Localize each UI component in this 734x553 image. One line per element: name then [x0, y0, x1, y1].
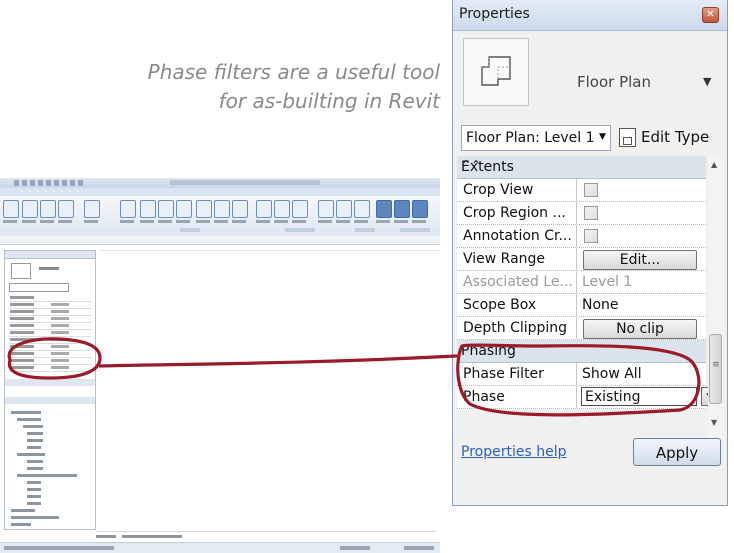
model-text-tool-icon[interactable]: [318, 200, 334, 218]
instance-filter-dropdown[interactable]: Floor Plan: Level 1 ▼: [461, 125, 611, 151]
type-name: Floor Plan: [577, 73, 651, 91]
type-selector[interactable]: Floor Plan ▼: [453, 31, 727, 115]
floor-tool-icon[interactable]: [176, 200, 192, 218]
scope-box-value[interactable]: None: [579, 294, 704, 316]
double-chevron-up-icon[interactable]: ⌃⌃: [461, 158, 688, 172]
property-name: Crop Region ...: [457, 202, 577, 224]
property-name: Depth Clipping: [457, 317, 577, 339]
revit-title-bar: [0, 178, 440, 188]
close-icon[interactable]: ✕: [702, 7, 719, 23]
property-name: Crop View: [457, 179, 577, 201]
model-group-tool-icon[interactable]: [354, 200, 370, 218]
property-row-associated-level: Associated Le... Level 1: [457, 271, 706, 294]
edit-type-label: Edit Type: [641, 128, 710, 146]
revit-options-bar: [0, 236, 440, 245]
double-chevron-up-icon[interactable]: ⌃⌃: [461, 342, 688, 356]
property-row-crop-view: Crop View: [457, 179, 706, 202]
property-name: Associated Le...: [457, 271, 577, 293]
revit-ribbon-tabs[interactable]: [0, 188, 440, 203]
type-selector-small[interactable]: [9, 283, 69, 292]
property-name: Phase Filter: [457, 363, 577, 385]
phase-dropdown[interactable]: Existing: [581, 387, 697, 406]
scrollbar-thumb[interactable]: [709, 334, 722, 404]
annotation-crop-checkbox[interactable]: [584, 229, 598, 243]
room-tool-icon[interactable]: [376, 200, 392, 218]
property-row-scope-box: Scope Box None: [457, 294, 706, 317]
property-name: View Range: [457, 248, 577, 270]
associated-level-value: Level 1: [582, 274, 633, 290]
dropdown-arrow-icon: ▼: [599, 132, 606, 142]
roof-tool-icon[interactable]: [140, 200, 156, 218]
caption-line-1: Phase filters are a useful tool: [147, 60, 440, 84]
ceiling-tool-icon[interactable]: [158, 200, 174, 218]
door-tool-icon[interactable]: [40, 200, 56, 218]
properties-title-bar: Properties ✕: [453, 0, 727, 31]
column-tool-icon[interactable]: [120, 200, 136, 218]
revit-window: [0, 178, 440, 553]
mullion-tool-icon[interactable]: [232, 200, 248, 218]
property-row-annotation-crop: Annotation Cr...: [457, 225, 706, 248]
scroll-up-icon[interactable]: ▲: [711, 160, 717, 169]
revit-view-control-bar[interactable]: [96, 531, 436, 541]
tag-room-tool-icon[interactable]: [412, 200, 428, 218]
curtain-system-tool-icon[interactable]: [196, 200, 212, 218]
room-separator-tool-icon[interactable]: [394, 200, 410, 218]
apply-button[interactable]: Apply: [633, 438, 721, 466]
property-row-depth-clipping: Depth Clipping No clip: [457, 317, 706, 340]
phase-filter-value[interactable]: Show All: [579, 363, 704, 385]
crop-view-checkbox[interactable]: [584, 183, 598, 197]
stair-tool-icon[interactable]: [292, 200, 308, 218]
instance-filter-value: Floor Plan: Level 1: [466, 130, 595, 146]
group-header-phasing[interactable]: Phasing ⌃⌃: [457, 340, 706, 363]
property-name: Scope Box: [457, 294, 577, 316]
curtain-grid-tool-icon[interactable]: [214, 200, 230, 218]
revit-ribbon: [0, 196, 440, 237]
properties-title: Properties: [459, 6, 530, 22]
crop-region-visible-checkbox[interactable]: [584, 206, 598, 220]
property-name: Phase: [457, 386, 577, 408]
model-line-tool-icon[interactable]: [336, 200, 352, 218]
property-name: Annotation Cr...: [457, 225, 577, 247]
properties-help-link[interactable]: Properties help: [461, 444, 566, 460]
component-tool-icon[interactable]: [84, 200, 100, 218]
floor-plan-icon: [463, 38, 529, 106]
modify-tool-icon[interactable]: [3, 200, 19, 218]
properties-panel: Properties ✕ Floor Plan ▼ Floor Plan: Le…: [452, 0, 728, 506]
revit-status-bar: [0, 542, 440, 553]
dropdown-arrow-icon[interactable]: ▼: [703, 75, 711, 88]
floor-plan-icon: [11, 263, 31, 279]
ramp-tool-icon[interactable]: [274, 200, 290, 218]
window-tool-icon[interactable]: [58, 200, 74, 218]
view-range-edit-button[interactable]: Edit...: [583, 250, 697, 270]
property-row-phase: Phase Existing ▼: [457, 386, 719, 409]
revit-properties-palette-small: [4, 250, 96, 530]
property-row-phase-filter: Phase Filter Show All: [457, 363, 706, 386]
properties-scrollbar[interactable]: ▲ ▼: [708, 156, 724, 438]
property-row-view-range: View Range Edit...: [457, 248, 706, 271]
railing-tool-icon[interactable]: [256, 200, 272, 218]
wall-tool-icon[interactable]: [22, 200, 38, 218]
caption-line-2: for as-builting in Revit: [218, 89, 440, 113]
property-row-crop-region: Crop Region ...: [457, 202, 706, 225]
group-header-extents[interactable]: Extents ⌃⌃: [457, 156, 706, 179]
scroll-down-icon[interactable]: ▼: [711, 418, 717, 427]
caption: Phase filters are a useful tool for as-b…: [80, 58, 440, 116]
edit-type-icon: [619, 128, 636, 147]
depth-clipping-button[interactable]: No clip: [583, 319, 697, 339]
